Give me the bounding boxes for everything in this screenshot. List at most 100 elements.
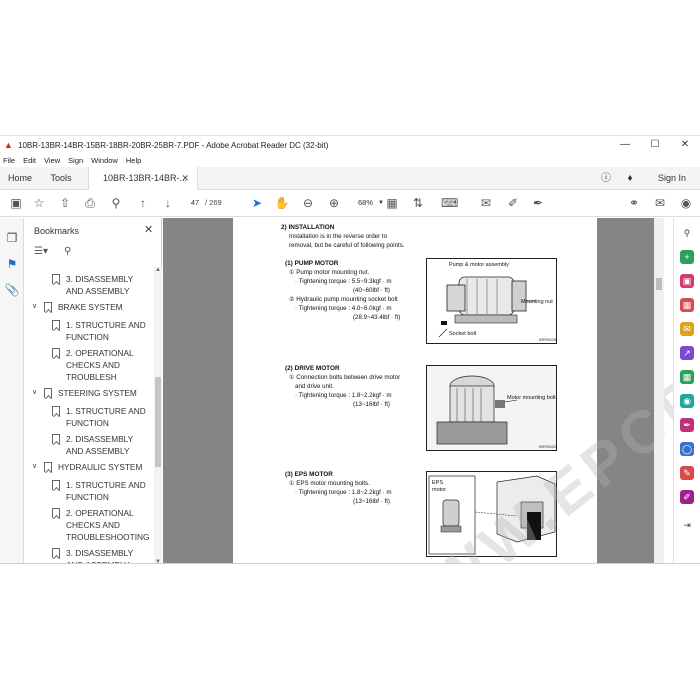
maximize-button[interactable]: ☐ <box>640 136 670 154</box>
save-icon[interactable]: ▣ <box>8 195 24 211</box>
bookmark-label: BRAKE SYSTEM <box>58 302 123 312</box>
drive-text-2: and drive unit. <box>295 383 334 390</box>
close-panel-icon[interactable]: ✕ <box>144 223 153 236</box>
fill-sign-icon[interactable]: ✒ <box>680 418 694 432</box>
tab-tools[interactable]: Tools <box>40 167 82 190</box>
more-tools-icon[interactable]: ✐ <box>680 490 694 504</box>
share-link-icon[interactable]: ⚭ <box>626 195 642 211</box>
create-pdf-icon[interactable]: + <box>680 250 694 264</box>
scroll-up-arrow-icon[interactable]: ▲ <box>154 267 162 273</box>
zoom-search-icon[interactable]: ⚲ <box>680 226 694 240</box>
expand-chevron-icon[interactable]: ∨ <box>32 302 37 310</box>
export-excel-icon[interactable]: ▦ <box>680 370 694 384</box>
title-bar: ▲ 10BR-13BR-14BR-15BR-18BR-20BR-25BR-7.P… <box>0 136 700 154</box>
select-cursor-icon[interactable]: ➤ <box>249 195 265 211</box>
fit-page-icon[interactable]: ▦ <box>384 195 400 211</box>
zoom-in-icon[interactable]: ⊕ <box>326 195 342 211</box>
highlight-pen-icon[interactable]: ✐ <box>505 195 521 211</box>
expand-chevron-icon[interactable]: ∨ <box>32 462 37 470</box>
menu-help[interactable]: Help <box>126 156 141 165</box>
bookmark-label: FUNCTION <box>66 492 109 502</box>
bookmark-item[interactable]: 3. DISASSEMBLYAND ASSEMBLY <box>52 273 133 297</box>
bookmark-item[interactable]: BRAKE SYSTEM <box>44 301 123 313</box>
bookmarks-title: Bookmarks <box>34 226 80 236</box>
menu-window[interactable]: Window <box>91 156 118 165</box>
menu-sign[interactable]: Sign <box>68 156 83 165</box>
sign-icon[interactable]: ✒ <box>530 195 546 211</box>
zoom-value: 68% <box>358 198 374 207</box>
bookmark-item[interactable]: 1. STRUCTURE AND FUNCTION <box>52 479 146 503</box>
bookmark-label: 1. STRUCTURE AND <box>66 320 146 330</box>
bookmark-label: HYDRAULIC SYSTEM <box>58 462 143 472</box>
bookmark-item[interactable]: 2. DISASSEMBLY AND ASSEMBLY <box>52 433 133 457</box>
tab-home[interactable]: Home <box>0 167 40 190</box>
hand-tool-icon[interactable]: ✋ <box>274 195 290 211</box>
bookmark-item[interactable]: 3. DISASSEMBLYAND ASSEMBLY <box>52 547 133 563</box>
edit-pdf-icon[interactable]: ✎ <box>680 466 694 480</box>
drive-text-3: · Tightening torque : 1.8~2.2kgf · m <box>295 392 392 399</box>
bookmark-label: TROUBLESHOOTING <box>66 532 150 542</box>
document-scrollbar[interactable] <box>654 218 664 563</box>
minimize-button[interactable]: — <box>610 136 640 154</box>
comment-icon[interactable]: ✉ <box>478 195 494 211</box>
right-tools-rail: ⚲ + ▣ ▦ ✉ ↗ ▦ ◉ ✒ ◯ ✎ ✐ ⇥ <box>673 218 700 563</box>
page-up-icon[interactable]: ↑ <box>135 195 151 211</box>
scroll-thumb[interactable] <box>155 377 161 467</box>
bookmark-item[interactable]: 1. STRUCTURE AND FUNCTION <box>52 319 146 343</box>
scan-icon[interactable]: ◉ <box>680 394 694 408</box>
expand-chevron-icon[interactable]: ∨ <box>32 388 37 396</box>
combine-files-icon[interactable]: ▣ <box>680 274 694 288</box>
bookmark-icon <box>52 434 60 444</box>
menu-view[interactable]: View <box>44 156 60 165</box>
bookmark-item[interactable]: HYDRAULIC SYSTEM <box>44 461 143 473</box>
page-number-input[interactable]: 47 <box>186 196 204 210</box>
tab-document[interactable]: 10BR-13BR-14BR-... ✕ <box>88 167 198 190</box>
search-bookmarks-icon[interactable]: ⚲ <box>64 246 71 257</box>
bookmarks-panel-icon[interactable]: ⚑ <box>4 256 20 272</box>
keyboard-icon[interactable]: ⌨ <box>441 195 458 211</box>
zoom-select[interactable]: 68% ▼ <box>352 196 384 210</box>
print-icon[interactable]: ⎙ <box>82 195 98 211</box>
zoom-out-icon[interactable]: ⊖ <box>300 195 316 211</box>
eps-text-1: ① EPS motor mounting bolts. <box>289 480 370 487</box>
bookmark-item[interactable]: 2. OPERATIONAL CHECKS AND TROUBLESH <box>52 347 134 383</box>
sign-in-link[interactable]: Sign In <box>650 167 694 190</box>
scroll-mode-icon[interactable]: ⇅ <box>410 195 426 211</box>
page-down-icon[interactable]: ↓ <box>160 195 176 211</box>
document-scroll-thumb[interactable] <box>656 278 662 290</box>
menu-edit[interactable]: Edit <box>23 156 36 165</box>
bookmark-item[interactable]: 2. OPERATIONAL CHECKS AND TROUBLESHOOTING <box>52 507 150 543</box>
page-thumbnails-icon[interactable]: ❐ <box>4 230 20 246</box>
bookmark-item[interactable]: 1. STRUCTURE AND FUNCTION <box>52 405 146 429</box>
pump-text-4: ② Hydraulic pump mounting socket bolt <box>289 296 398 303</box>
bookmark-label: AND ASSEMBLY <box>66 446 130 456</box>
left-navigation-rail: ❐ ⚑ 📎 <box>0 218 24 563</box>
comment-tool-icon[interactable]: ✉ <box>680 322 694 336</box>
upload-icon[interactable]: ⇧ <box>57 195 73 211</box>
eps-motor-heading: (3) EPS MOTOR <box>285 471 333 478</box>
organize-pages-icon[interactable]: ▦ <box>680 298 694 312</box>
scroll-down-arrow-icon[interactable]: ▼ <box>154 559 162 563</box>
bookmark-star-icon[interactable]: ☆ <box>31 195 47 211</box>
drive-figure-mounting-bolt: Motor mounting bolt <box>507 395 556 401</box>
bookmark-icon <box>52 274 60 284</box>
collapse-panel-icon[interactable]: ⇥ <box>680 518 694 532</box>
menu-file[interactable]: File <box>3 156 15 165</box>
export-pdf-icon[interactable]: ↗ <box>680 346 694 360</box>
document-viewer[interactable]: 2) INSTALLATION Installation is in the r… <box>163 169 700 563</box>
bookmark-icon <box>44 388 52 398</box>
help-icon[interactable]: ⓘ <box>598 167 614 190</box>
protect-icon[interactable]: ◯ <box>680 442 694 456</box>
bookmark-icon <box>52 480 60 490</box>
bookmarks-scrollbar[interactable]: ▲ ▼ <box>154 267 162 563</box>
bookmark-item[interactable]: STEERING SYSTEM <box>44 387 137 399</box>
email-icon[interactable]: ✉ <box>652 195 668 211</box>
bookmark-options-icon[interactable]: ☰▾ <box>34 246 48 257</box>
close-window-button[interactable]: ✕ <box>670 136 700 154</box>
account-icon[interactable]: ◉ <box>678 195 694 211</box>
close-tab-icon[interactable]: ✕ <box>181 167 189 190</box>
tab-bar: Home Tools 10BR-13BR-14BR-... ✕ ⓘ ♦ Sign… <box>0 167 700 190</box>
notifications-bell-icon[interactable]: ♦ <box>622 167 638 190</box>
search-icon[interactable]: ⚲ <box>108 195 124 211</box>
attachments-icon[interactable]: 📎 <box>4 282 20 298</box>
